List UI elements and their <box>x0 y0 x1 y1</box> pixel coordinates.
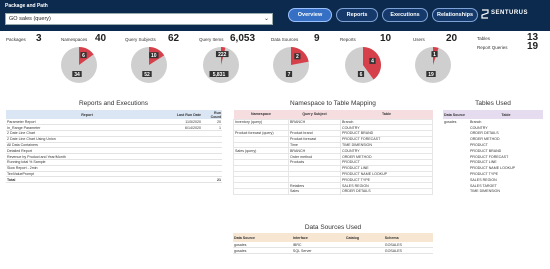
datasources-table-wrap: Data Source Interface Catalog Schema gos… <box>233 233 433 255</box>
reports-panel-title: Reports and Executions <box>78 100 148 107</box>
table-used-name: TIME DIMENSION <box>470 189 500 194</box>
data-sources-pie: 27 <box>273 47 309 83</box>
svg-text:4: 4 <box>371 59 374 65</box>
datasource-row[interactable]: gosales SQL Server GOSALES <box>233 247 433 255</box>
reports-table: Report Last Run Date Run Count Parameter… <box>6 110 222 184</box>
namespace-table: Namespace Query Subject Table Inventory … <box>233 110 433 195</box>
query-subjects-pie: 10 52 <box>131 47 167 83</box>
datasources-table: Data Source Interface Catalog Schema gos… <box>233 233 433 255</box>
tables-used-table: Data Source Table gosales Branch COUNTRY OR… <box>443 110 543 194</box>
kpi-packages-label: Packages <box>6 37 26 42</box>
col-run-count[interactable]: Run Count <box>202 110 222 119</box>
kpi-report-queries-label: Report Queries <box>477 45 508 50</box>
tables-panel-title: Tables Used <box>475 100 511 107</box>
kpi-report-queries-value: 19 <box>527 41 539 52</box>
pie-label-grey: 19 <box>426 71 436 78</box>
svg-text:222: 222 <box>218 52 227 58</box>
ds-catalog <box>344 247 384 255</box>
table-used-source <box>443 189 469 195</box>
pie-label-red: 2 <box>294 53 301 60</box>
svg-text:52: 52 <box>144 72 150 78</box>
kpi-data-sources-label: Data Sources <box>271 37 299 42</box>
top-bar: Package and Path GO sales (query) ⌄ Over… <box>0 0 550 31</box>
pie-label-grey: 5,831 <box>209 71 229 78</box>
col-data-source[interactable]: Data Source <box>443 110 469 119</box>
pie-label-red: 1 <box>431 51 438 58</box>
kpi-users-label: Users <box>413 37 425 42</box>
tab-relationships[interactable]: Relationships <box>432 8 478 22</box>
pie-label-grey: 6 <box>357 71 365 78</box>
tables-used-wrap: Data Source Table gosales Branch COUNTRY OR… <box>443 110 543 194</box>
col-catalog[interactable]: Catalog <box>344 233 384 242</box>
table-used-row[interactable]: TIME DIMENSION <box>443 189 543 195</box>
total-label: Total <box>6 176 168 184</box>
ds-name: gosales <box>233 247 292 255</box>
svg-text:6: 6 <box>360 72 363 78</box>
namespace-table-wrap: Namespace Query Subject Table Inventory … <box>233 110 433 195</box>
namespaces-pie: 6 34 <box>61 47 97 83</box>
ds-schema: GOSALES <box>383 247 433 255</box>
senturus-logo-icon <box>481 9 489 19</box>
kpi-users-value: 20 <box>446 33 458 44</box>
col-report[interactable]: Report <box>6 110 168 119</box>
ds-interface: SQL Server <box>291 247 345 255</box>
namespace-panel-title: Namespace to Table Mapping <box>290 100 376 107</box>
col-schema[interactable]: Schema <box>383 233 433 242</box>
reports-pie: 46 <box>345 47 381 83</box>
pie-label-grey: 52 <box>142 71 152 78</box>
col-query-subject[interactable]: Query Subject <box>288 110 341 119</box>
svg-text:7: 7 <box>288 72 291 78</box>
kpi-query-subjects-label: Query Subjects <box>125 37 156 42</box>
table-cell: ORDER DETAILS <box>340 188 433 195</box>
chevron-down-icon: ⌄ <box>263 16 269 22</box>
kpi-query-items-value: 6,053 <box>230 33 256 44</box>
svg-text:6: 6 <box>82 53 85 59</box>
pie-label-red: 4 <box>369 57 376 65</box>
svg-text:19: 19 <box>428 72 434 78</box>
query-items-pie: 222 5,831 <box>203 47 239 83</box>
namespace-row[interactable]: Sales ORDER DETAILS <box>233 188 433 195</box>
col-table[interactable]: Table <box>340 110 433 119</box>
namespace-cell <box>233 188 289 195</box>
package-select[interactable]: GO sales (query) ⌄ <box>5 13 273 25</box>
tab-overview[interactable]: Overview <box>288 8 332 22</box>
kpi-packages-value: 3 <box>36 33 42 44</box>
col-interface[interactable]: Interface <box>291 233 345 242</box>
pie-label-grey: 7 <box>285 71 293 78</box>
kpi-query-subjects-value: 62 <box>168 33 180 44</box>
datasources-panel-title: Data Sources Used <box>304 224 362 231</box>
svg-text:2: 2 <box>296 54 299 60</box>
pie-label-grey: 34 <box>72 71 82 78</box>
kpi-namespaces-value: 40 <box>95 33 107 44</box>
col-namespace[interactable]: Namespace <box>233 110 289 119</box>
kpi-reports-value: 10 <box>380 33 392 44</box>
pie-label-red: 222 <box>215 51 229 58</box>
brand-logo: SENTURUS <box>491 10 529 16</box>
reports-table-wrap: Report Last Run Date Run Count Parameter… <box>6 110 222 184</box>
package-select-value: GO sales (query) <box>9 16 51 22</box>
kpi-data-sources-value: 9 <box>314 33 320 44</box>
col-data-source[interactable]: Data Source <box>233 233 292 242</box>
total-value: 21 <box>202 176 222 184</box>
svg-text:34: 34 <box>74 72 80 78</box>
kpi-namespaces-label: Namespaces <box>61 37 88 42</box>
svg-text:5,831: 5,831 <box>213 72 226 78</box>
kpi-query-items-label: Query Items <box>199 37 224 42</box>
col-table[interactable]: Table <box>469 110 543 119</box>
kpi-reports-label: Reports <box>340 37 356 42</box>
tab-reports[interactable]: Reports <box>336 8 378 22</box>
users-pie: 1 19 <box>415 47 451 83</box>
svg-text:1: 1 <box>433 52 436 58</box>
col-last-run-date[interactable]: Last Run Date <box>168 110 202 119</box>
svg-text:10: 10 <box>151 53 157 59</box>
package-label: Package and Path <box>5 3 48 9</box>
kpi-tables-label: Tables <box>477 36 491 41</box>
tab-executions[interactable]: Executions <box>382 8 428 22</box>
pie-label-red: 10 <box>149 52 159 59</box>
query-subject-cell: Sales <box>288 188 341 195</box>
pie-label-red: 6 <box>80 52 87 59</box>
